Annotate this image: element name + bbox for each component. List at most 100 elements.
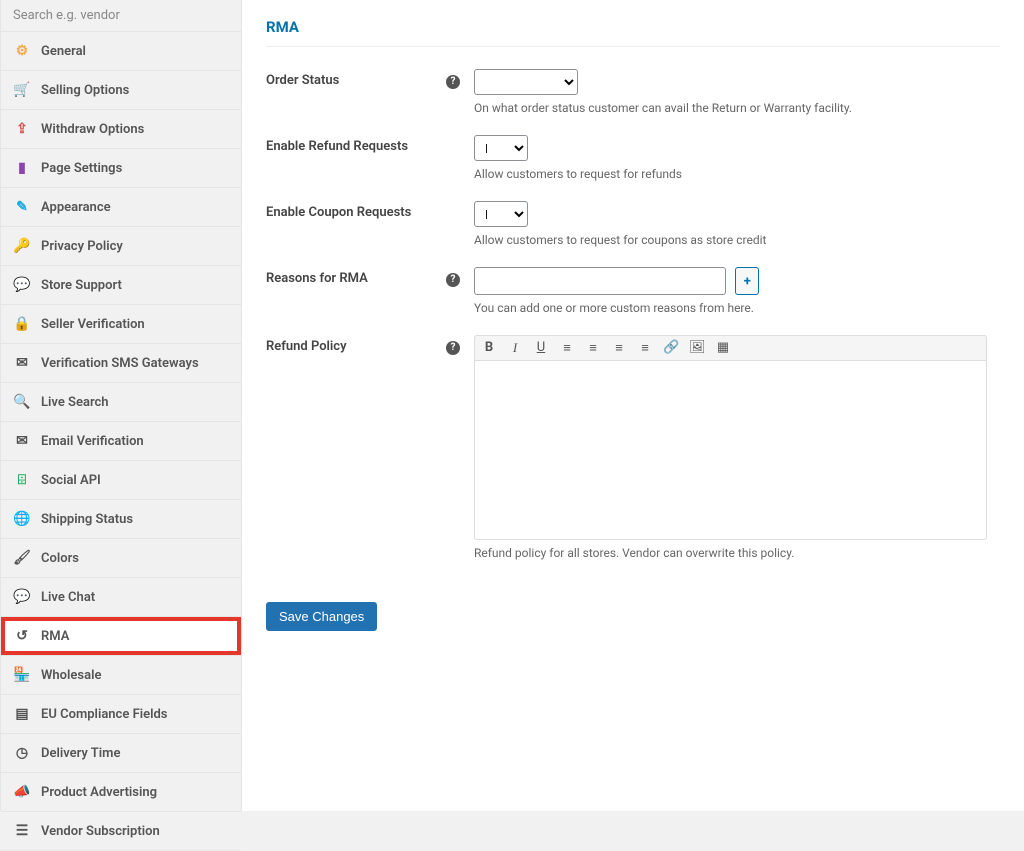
align-right-icon[interactable]: ≡: [611, 340, 627, 356]
sidebar-item-label: Delivery Time: [41, 746, 120, 761]
shop-icon: 🏪: [13, 666, 31, 684]
image-icon[interactable]: 🖼: [689, 340, 705, 356]
link-icon[interactable]: 🔗: [663, 340, 679, 356]
clock-icon: ◷: [13, 744, 31, 762]
search-icon: 🔍: [13, 393, 31, 411]
sidebar-item-social-api[interactable]: ⌹ Social API: [1, 461, 241, 500]
sidebar-item-email-verification[interactable]: ✉ Email Verification: [1, 422, 241, 461]
sidebar-item-label: Appearance: [41, 200, 111, 215]
doc-icon: ▤: [13, 705, 31, 723]
sidebar-item-wholesale[interactable]: 🏪 Wholesale: [1, 656, 241, 695]
lock-icon: 🔒: [13, 315, 31, 333]
megaphone-icon: 📣: [13, 783, 31, 801]
gear-icon: ⚙: [13, 42, 31, 60]
sidebar-item-page-settings[interactable]: ▮ Page Settings: [1, 149, 241, 188]
enable-refund-select[interactable]: No: [474, 135, 528, 161]
sidebar-item-label: Live Search: [41, 395, 109, 410]
key-icon: 🔑: [13, 237, 31, 255]
reasons-label: Reasons for RMA: [266, 267, 446, 315]
upload-icon: ⇪: [13, 120, 31, 138]
sidebar-item-privacy-policy[interactable]: 🔑 Privacy Policy: [1, 227, 241, 266]
sidebar-item-label: Store Support: [41, 278, 122, 293]
sidebar-item-seller-verification[interactable]: 🔒 Seller Verification: [1, 305, 241, 344]
help-icon[interactable]: ?: [446, 341, 460, 355]
sidebar-item-live-chat[interactable]: 💬 Live Chat: [1, 578, 241, 617]
enable-refund-label: Enable Refund Requests: [266, 135, 446, 181]
help-icon[interactable]: ?: [446, 273, 460, 287]
order-status-select[interactable]: [474, 69, 578, 95]
enable-coupon-label: Enable Coupon Requests: [266, 201, 446, 247]
chat-icon: 💬: [13, 276, 31, 294]
search-placeholder: Search e.g. vendor: [13, 8, 120, 23]
sidebar-item-store-support[interactable]: 💬 Store Support: [1, 266, 241, 305]
field-refund-policy: Refund Policy ? B I U ≡ ≡ ≡ ≡ 🔗 🖼 ▦: [266, 323, 1000, 568]
envelope-icon: ✉: [13, 432, 31, 450]
refund-policy-editor: B I U ≡ ≡ ≡ ≡ 🔗 🖼 ▦: [474, 335, 987, 540]
brush-icon: 🖌: [13, 549, 31, 567]
reasons-desc: You can add one or more custom reasons f…: [474, 301, 1000, 315]
sidebar-item-selling-options[interactable]: 🛒 Selling Options: [1, 71, 241, 110]
refund-policy-textarea[interactable]: [474, 360, 987, 540]
add-reason-button[interactable]: +: [735, 267, 759, 295]
align-center-icon[interactable]: ≡: [585, 340, 601, 356]
sidebar-item-vendor-subscription[interactable]: ☰ Vendor Subscription: [1, 812, 241, 851]
sidebar-item-label: Page Settings: [41, 161, 122, 176]
sidebar-item-label: Privacy Policy: [41, 239, 123, 254]
plus-icon: +: [744, 274, 751, 289]
sidebar-item-label: Email Verification: [41, 434, 144, 449]
sidebar-item-verification-sms-gateways[interactable]: ✉ Verification SMS Gateways: [1, 344, 241, 383]
table-icon[interactable]: ▦: [715, 340, 731, 356]
sidebar-item-withdraw-options[interactable]: ⇪ Withdraw Options: [1, 110, 241, 149]
sidebar-item-label: Vendor Subscription: [41, 824, 160, 839]
sidebar-item-rma[interactable]: ↺ RMA: [1, 617, 241, 656]
sidebar-item-label: Withdraw Options: [41, 122, 144, 137]
bold-icon[interactable]: B: [481, 340, 497, 356]
sidebar-search[interactable]: Search e.g. vendor: [1, 0, 241, 32]
underline-icon[interactable]: U: [533, 340, 549, 356]
sidebar-item-label: Verification SMS Gateways: [41, 356, 199, 371]
italic-icon[interactable]: I: [507, 340, 523, 356]
align-justify-icon[interactable]: ≡: [637, 340, 653, 356]
sidebar-item-appearance[interactable]: ✎ Appearance: [1, 188, 241, 227]
cart-icon: 🛒: [13, 81, 31, 99]
sidebar-item-label: Wholesale: [41, 668, 101, 683]
field-order-status: Order Status ? On what order status cust…: [266, 57, 1000, 123]
mail-icon: ✉: [13, 354, 31, 372]
settings-panel: RMA Order Status ? On what order status …: [242, 0, 1024, 811]
sidebar-item-label: EU Compliance Fields: [41, 707, 167, 722]
order-status-label: Order Status: [266, 69, 446, 115]
sidebar-item-delivery-time[interactable]: ◷ Delivery Time: [1, 734, 241, 773]
settings-sidebar: Search e.g. vendor ⚙General 🛒 Selling Opti…: [0, 0, 242, 811]
sidebar-item-colors[interactable]: 🖌 Colors: [1, 539, 241, 578]
wand-icon: ✎: [13, 198, 31, 216]
reason-input[interactable]: [474, 267, 726, 295]
refund-policy-desc: Refund policy for all stores. Vendor can…: [474, 546, 1000, 560]
sidebar-item-label: RMA: [41, 629, 69, 644]
sidebar-item-label: Shipping Status: [41, 512, 133, 527]
sidebar-item-shipping-status[interactable]: 🌐Shipping Status: [1, 500, 241, 539]
share-icon: ⌹: [13, 471, 31, 489]
field-reasons: Reasons for RMA ? + You can add one or m…: [266, 255, 1000, 323]
field-enable-coupon: Enable Coupon Requests No Allow customer…: [266, 189, 1000, 255]
sidebar-item-label: Social API: [41, 473, 101, 488]
page-title: RMA: [266, 18, 1000, 47]
sidebar-item-label: Colors: [41, 551, 79, 566]
sidebar-item-live-search[interactable]: 🔍 Live Search: [1, 383, 241, 422]
enable-refund-desc: Allow customers to request for refunds: [474, 167, 1000, 181]
sidebar-item-label: Product Advertising: [41, 785, 157, 800]
save-button[interactable]: Save Changes: [266, 602, 377, 631]
sidebar-item-general[interactable]: ⚙General: [1, 32, 241, 71]
sidebar-item-eu-compliance-fields[interactable]: ▤ EU Compliance Fields: [1, 695, 241, 734]
enable-coupon-desc: Allow customers to request for coupons a…: [474, 233, 1000, 247]
sidebar-item-label: Selling Options: [41, 83, 129, 98]
sidebar-item-label: Live Chat: [41, 590, 95, 605]
align-left-icon[interactable]: ≡: [559, 340, 575, 356]
comments-icon: 💬: [13, 588, 31, 606]
help-icon[interactable]: ?: [446, 75, 460, 89]
enable-coupon-select[interactable]: No: [474, 201, 528, 227]
list-icon: ☰: [13, 822, 31, 840]
sidebar-item-product-advertising[interactable]: 📣 Product Advertising: [1, 773, 241, 812]
sidebar-item-label: Seller Verification: [41, 317, 145, 332]
undo-icon: ↺: [13, 627, 31, 645]
page-icon: ▮: [13, 159, 31, 177]
